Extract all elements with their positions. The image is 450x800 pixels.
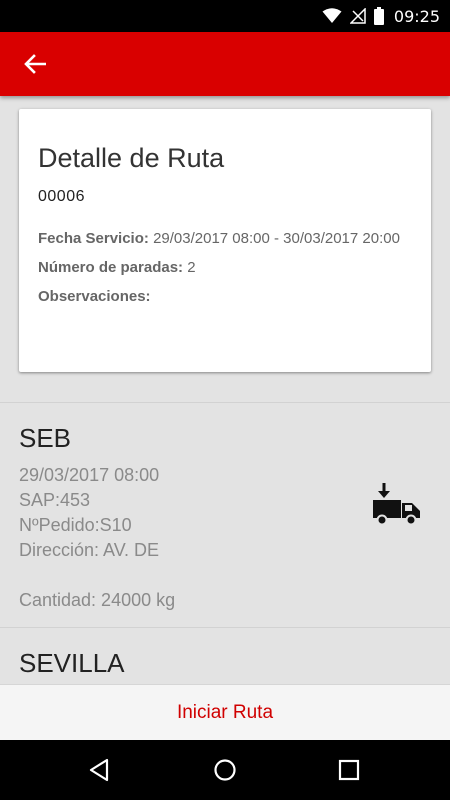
stop-sap: SAP:453 <box>19 490 91 510</box>
app-bar <box>0 32 450 96</box>
stop-datetime: 29/03/2017 08:00 <box>19 465 160 485</box>
nav-home-button[interactable] <box>211 756 239 784</box>
route-code: 00006 <box>38 188 85 205</box>
truck-unload-icon <box>373 483 420 526</box>
stops-count-label: Número de paradas: <box>38 259 184 276</box>
nav-back-button[interactable] <box>86 756 114 784</box>
card-title: Detalle de Ruta <box>38 143 225 173</box>
battery-icon <box>373 7 384 25</box>
back-triangle-icon <box>89 758 109 782</box>
start-route-label: Iniciar Ruta <box>176 702 274 723</box>
arrow-left-icon <box>24 54 46 74</box>
stop-address: Dirección: AV. DE <box>19 540 160 560</box>
notes-row: Observaciones: <box>38 282 413 311</box>
service-date-row: Fecha Servicio: 29/03/2017 08:00 - 30/03… <box>38 224 413 253</box>
status-time: 09:25 <box>393 6 440 26</box>
notes-label: Observaciones: <box>38 288 151 305</box>
stop-quantity: Cantidad: 24000 kg <box>19 590 176 610</box>
stop-name: SEB <box>19 423 72 453</box>
system-nav-bar <box>0 740 450 800</box>
nav-recents-button[interactable] <box>335 756 363 784</box>
stop-name: SEVILLA <box>19 648 125 678</box>
status-icons: 09:25 <box>322 0 440 32</box>
back-button[interactable] <box>18 50 52 78</box>
service-date-value: 29/03/2017 08:00 - 30/03/2017 20:00 <box>153 230 400 247</box>
stops-count-value: 2 <box>187 259 196 276</box>
route-info: Fecha Servicio: 29/03/2017 08:00 - 30/03… <box>38 224 413 311</box>
stops-count-row: Número de paradas: 2 <box>38 253 413 282</box>
stop-order: NºPedido:S10 <box>19 515 132 535</box>
service-date-label: Fecha Servicio: <box>38 230 149 247</box>
start-route-button[interactable]: Iniciar Ruta <box>0 684 450 741</box>
stop-item[interactable]: SEVILLA <box>0 628 450 684</box>
wifi-icon <box>322 8 342 23</box>
no-signal-icon <box>349 8 366 24</box>
status-bar: 09:25 <box>0 0 450 32</box>
truck-unload-button[interactable] <box>372 483 422 526</box>
content-scroll[interactable]: Detalle de Ruta 00006 Fecha Servicio: 29… <box>0 96 450 684</box>
home-circle-icon <box>214 759 236 781</box>
recents-square-icon <box>338 759 360 781</box>
route-detail-card: Detalle de Ruta 00006 Fecha Servicio: 29… <box>19 109 431 372</box>
